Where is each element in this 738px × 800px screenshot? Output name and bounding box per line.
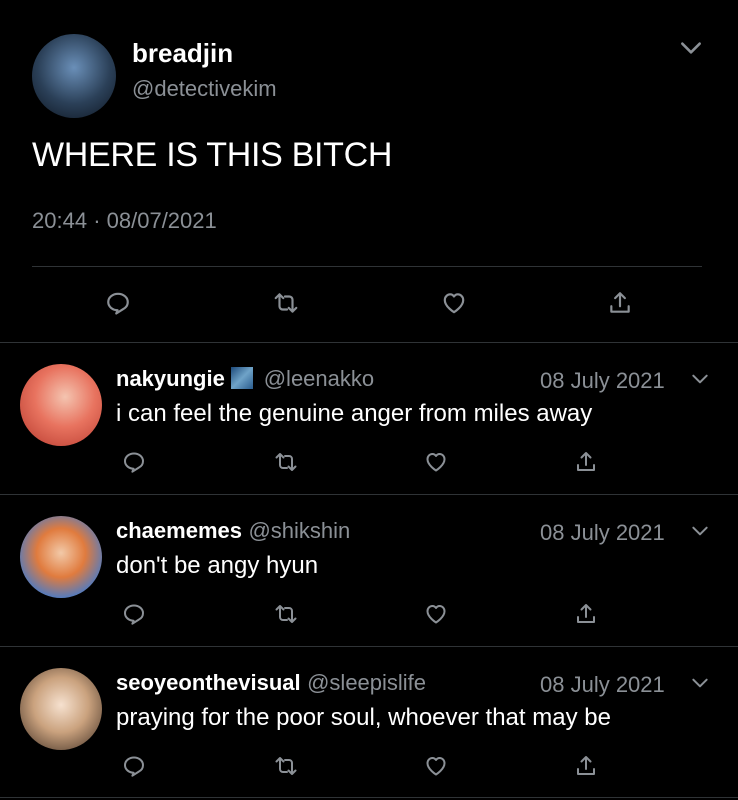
display-name[interactable]: chaememes: [116, 518, 242, 543]
reply-button[interactable]: [114, 746, 154, 786]
retweet-icon: [274, 450, 298, 474]
share-button[interactable]: [600, 283, 640, 323]
reply-text: don't be angy hyun: [116, 552, 319, 579]
share-button[interactable]: [566, 594, 606, 634]
heart-icon: [424, 602, 448, 626]
divider: [0, 494, 738, 495]
emoji-image: [231, 367, 254, 389]
reply-text: praying for the poor soul, whoever that …: [116, 704, 611, 731]
reply-button[interactable]: [114, 442, 154, 482]
display-name[interactable]: nakyungie: [116, 366, 225, 391]
like-button[interactable]: [416, 594, 456, 634]
reply-date: 08 July 2021: [540, 368, 665, 393]
separator-dot: ·: [93, 208, 101, 233]
divider: [0, 646, 738, 647]
tweet-text: WHERE IS THIS BITCH: [32, 136, 393, 174]
retweet-button[interactable]: [266, 594, 306, 634]
heart-icon: [441, 290, 467, 316]
display-name[interactable]: breadjin: [132, 38, 233, 69]
avatar[interactable]: [20, 668, 102, 750]
handle[interactable]: @leenakko: [264, 366, 374, 391]
reply-button[interactable]: [114, 594, 154, 634]
reply-header: nakyungie @leenakko: [116, 366, 374, 392]
share-button[interactable]: [566, 442, 606, 482]
avatar[interactable]: [20, 364, 102, 446]
heart-icon: [424, 450, 448, 474]
reply-icon: [105, 290, 131, 316]
avatar[interactable]: [20, 516, 102, 598]
reply-icon: [122, 602, 146, 626]
timestamp: 20:44 · 08/07/2021: [32, 208, 217, 234]
like-button[interactable]: [416, 746, 456, 786]
reply-date: 08 July 2021: [540, 672, 665, 697]
reply-icon: [122, 450, 146, 474]
divider: [0, 797, 738, 798]
like-button[interactable]: [416, 442, 456, 482]
display-name[interactable]: seoyeonthevisual: [116, 670, 301, 695]
avatar[interactable]: [32, 34, 116, 118]
share-button[interactable]: [566, 746, 606, 786]
date: 08/07/2021: [106, 208, 217, 233]
retweet-icon: [274, 602, 298, 626]
chevron-down-icon[interactable]: [690, 521, 710, 541]
handle[interactable]: @shikshin: [248, 518, 350, 543]
retweet-button[interactable]: [266, 746, 306, 786]
reply-button[interactable]: [98, 283, 138, 323]
share-icon: [574, 602, 598, 626]
heart-icon: [424, 754, 448, 778]
handle[interactable]: @sleepislife: [307, 670, 426, 695]
chevron-down-icon[interactable]: [678, 35, 704, 61]
share-icon: [607, 290, 633, 316]
retweet-button[interactable]: [266, 283, 306, 323]
like-button[interactable]: [434, 283, 474, 323]
reply-text: i can feel the genuine anger from miles …: [116, 400, 593, 427]
retweet-button[interactable]: [266, 442, 306, 482]
divider: [32, 266, 702, 267]
handle[interactable]: @detectivekim: [132, 76, 277, 102]
share-icon: [574, 754, 598, 778]
chevron-down-icon[interactable]: [690, 673, 710, 693]
reply-icon: [122, 754, 146, 778]
chevron-down-icon[interactable]: [690, 369, 710, 389]
share-icon: [574, 450, 598, 474]
divider: [0, 342, 738, 343]
time: 20:44: [32, 208, 88, 233]
reply-header: chaememes @shikshin: [116, 518, 350, 544]
retweet-icon: [273, 290, 299, 316]
retweet-icon: [274, 754, 298, 778]
reply-header: seoyeonthevisual @sleepislife: [116, 670, 426, 696]
reply-date: 08 July 2021: [540, 520, 665, 545]
